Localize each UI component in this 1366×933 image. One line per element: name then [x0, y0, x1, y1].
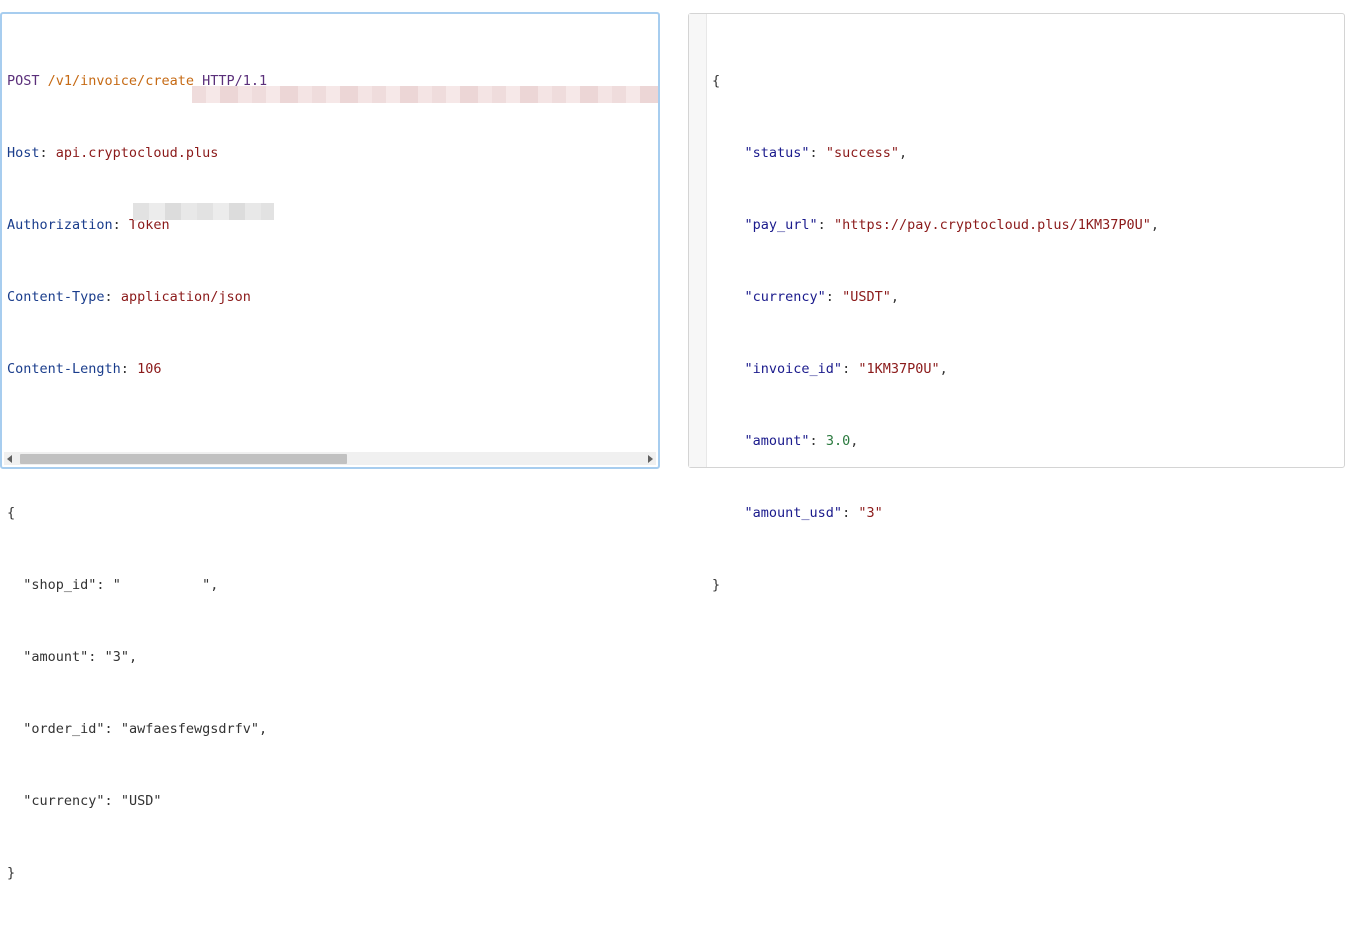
body-value: "awfaesfewgsdrfv" [120, 721, 259, 737]
body-value: "USD" [120, 793, 162, 809]
response-value: "success" [825, 145, 899, 161]
horizontal-scrollbar[interactable] [4, 452, 656, 465]
response-value: "3" [858, 505, 883, 521]
response-code: { "status": "success", "pay_url": "https… [712, 21, 1159, 645]
response-value: 3.0 [825, 433, 851, 449]
request-editor[interactable]: POST /v1/invoice/create HTTP/1.1 Host: a… [0, 12, 660, 881]
header-line: Content-Type: application/json [7, 289, 251, 305]
header-line: Host: api.cryptocloud.plus [7, 145, 219, 161]
header-value: api.cryptocloud.plus [55, 145, 219, 161]
response-viewer[interactable]: { "status": "success", "pay_url": "https… [688, 13, 1345, 593]
response-key: "amount" [744, 433, 810, 449]
header-name: Host [7, 145, 40, 161]
scroll-left-arrow-icon[interactable] [7, 455, 12, 463]
header-line: Content-Length: 106 [7, 361, 162, 377]
body-field: "order_id": "awfaesfewgsdrfv", [23, 721, 268, 737]
request-path: /v1/invoice/create [47, 73, 194, 89]
http-method: POST [7, 73, 40, 89]
response-open-brace: { [712, 73, 721, 89]
response-key: "amount_usd" [744, 505, 843, 521]
body-key: "amount" [23, 649, 89, 665]
body-key: "order_id" [23, 721, 105, 737]
response-value: "https://pay.cryptocloud.plus/1KM37P0U" [833, 217, 1151, 233]
body-key: "currency" [23, 793, 105, 809]
response-field: "amount_usd": "3" [744, 505, 883, 521]
redacted-token-blur [192, 86, 658, 103]
scroll-right-arrow-icon[interactable] [648, 455, 653, 463]
header-name: Content-Length [7, 361, 121, 377]
response-key: "status" [744, 145, 810, 161]
header-name: Authorization [7, 217, 113, 233]
header-value: 106 [137, 361, 162, 377]
redacted-shop-id-blur [133, 203, 274, 220]
body-close-brace: } [7, 865, 16, 881]
response-key: "pay_url" [744, 217, 818, 233]
body-key: "shop_id" [23, 577, 97, 593]
header-value: application/json [120, 289, 251, 305]
request-code: POST /v1/invoice/create HTTP/1.1 Host: a… [7, 21, 267, 933]
response-field: "invoice_id": "1KM37P0U", [744, 361, 948, 377]
response-key: "invoice_id" [744, 361, 843, 377]
response-field: "status": "success", [744, 145, 908, 161]
body-field: "currency": "USD" [23, 793, 162, 809]
response-field: "currency": "USDT", [744, 289, 899, 305]
response-close-brace: } [712, 577, 721, 593]
response-field: "pay_url": "https://pay.cryptocloud.plus… [744, 217, 1160, 233]
line-gutter [689, 14, 707, 467]
scrollbar-thumb[interactable] [20, 454, 347, 464]
body-field: "shop_id": " ", [23, 577, 219, 593]
body-value: " " [112, 577, 211, 593]
response-value: "1KM37P0U" [858, 361, 940, 377]
body-field: "amount": "3", [23, 649, 138, 665]
body-open-brace: { [7, 505, 16, 521]
response-value: "USDT" [842, 289, 891, 305]
response-field: "amount": 3.0, [744, 433, 859, 449]
body-value: "3" [104, 649, 129, 665]
response-key: "currency" [744, 289, 826, 305]
header-name: Content-Type [7, 289, 105, 305]
